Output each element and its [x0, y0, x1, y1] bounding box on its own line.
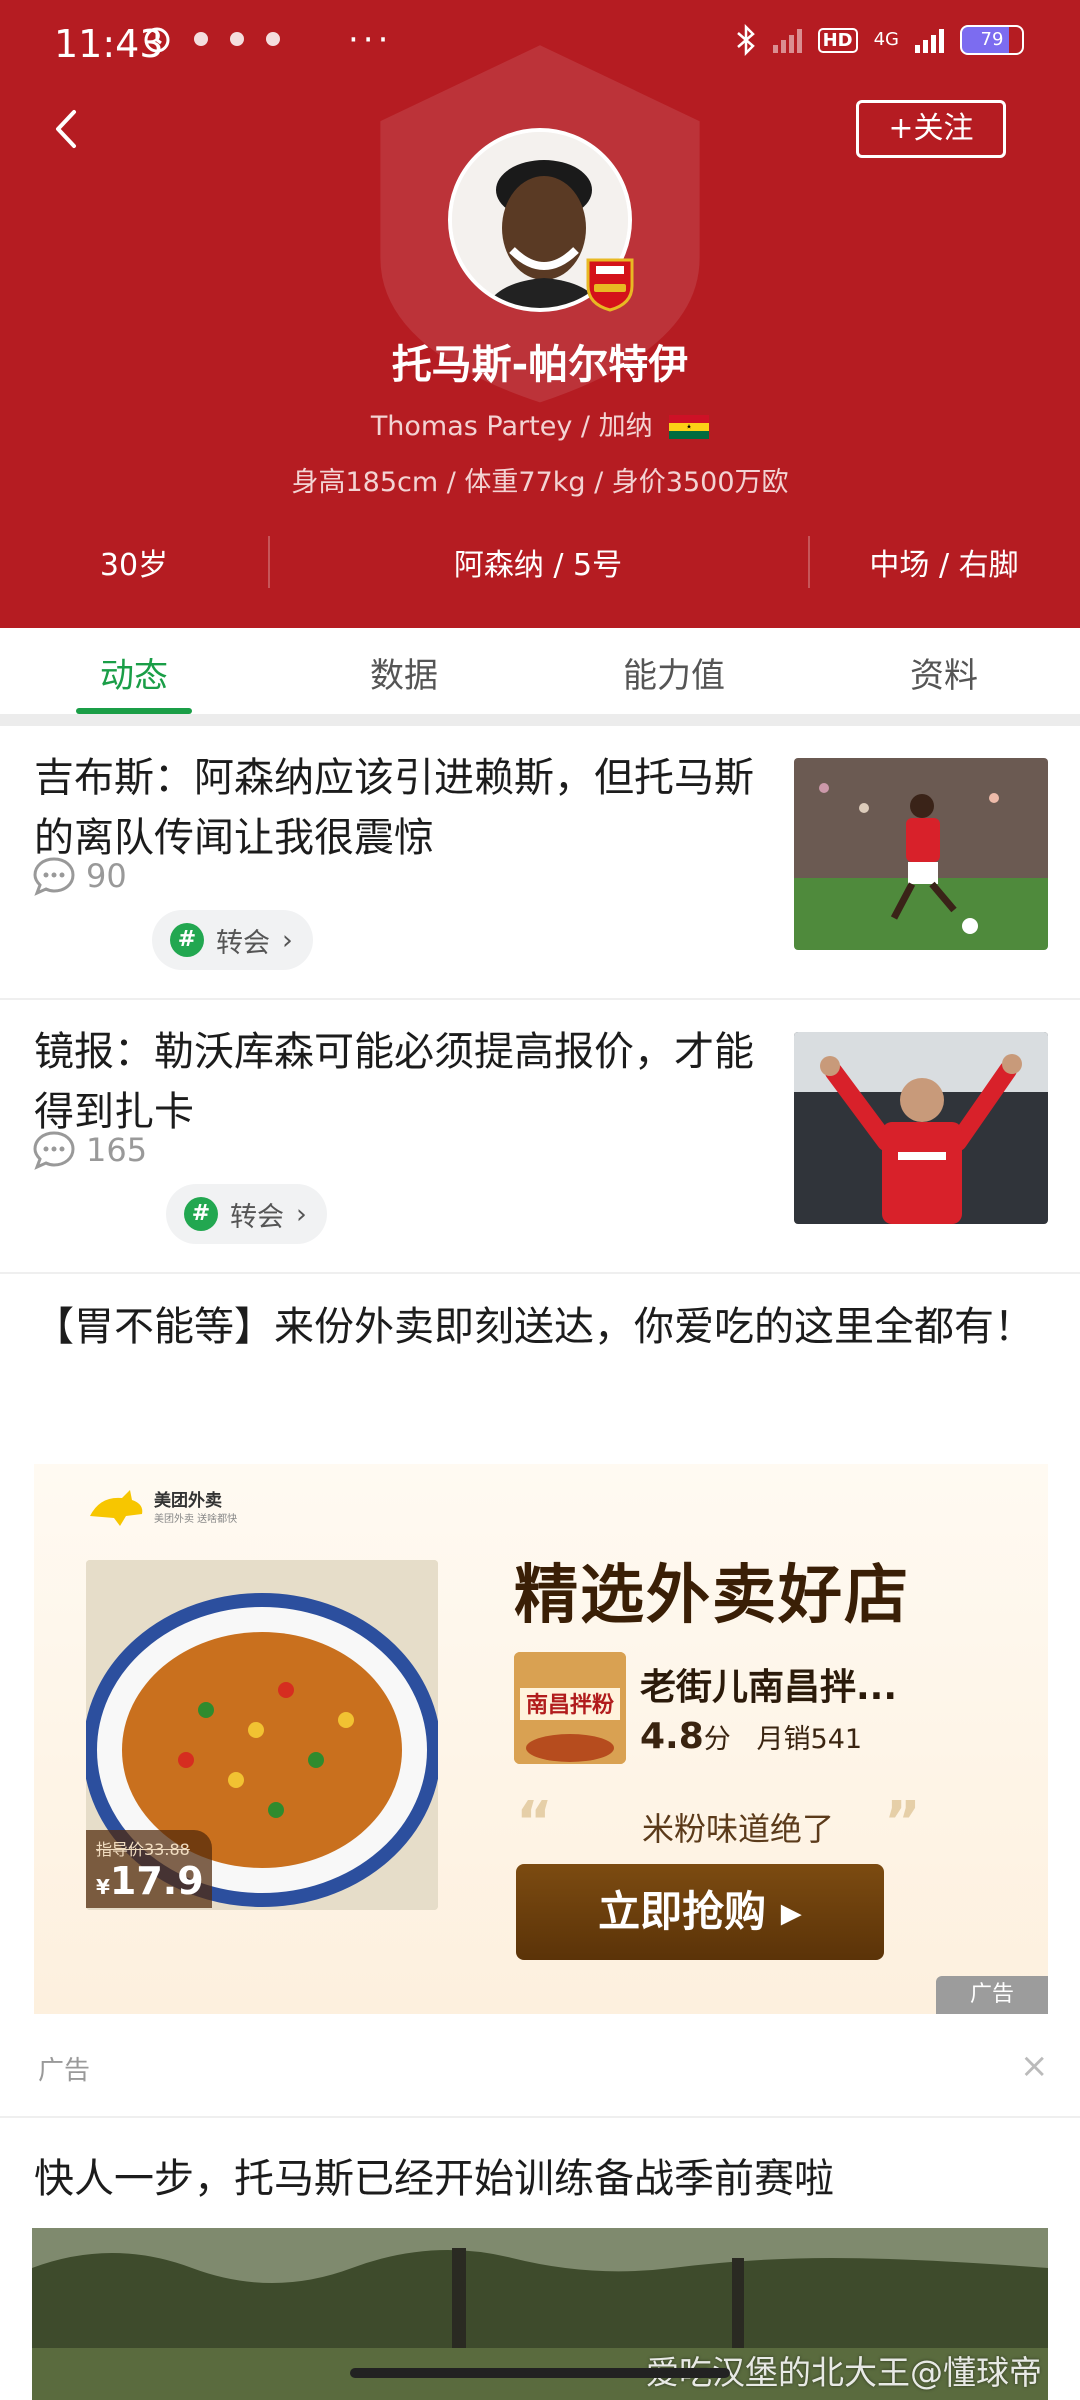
comment-count[interactable]: 165	[32, 1130, 147, 1170]
comment-icon	[33, 1131, 75, 1170]
more-notifications-icon: ···	[348, 20, 393, 60]
tab-separator	[0, 714, 1080, 726]
sale-price-value: 17.9	[109, 1859, 204, 1903]
tab-dynamics[interactable]: 动态	[34, 648, 234, 697]
shop-thumbnail-text: 南昌拌粉	[526, 1693, 614, 1718]
player-subtitle: Thomas Partey / 加纳	[0, 404, 1080, 443]
comment-count-value: 165	[86, 1131, 148, 1169]
hashtag-icon: #	[170, 923, 204, 957]
monthly-sales: 月销541	[756, 1724, 863, 1755]
currency-symbol: ¥	[96, 1875, 110, 1899]
back-arrow-icon[interactable]	[44, 104, 94, 154]
quote-close-icon: ”	[884, 1790, 921, 1855]
brand-name: 美团外卖	[154, 1490, 222, 1511]
news-title[interactable]: 快人一步，托马斯已经开始训练备战季前赛啦	[34, 2146, 834, 2204]
ad-title[interactable]: 【胃不能等】来份外卖即刻送达，你爱吃的这里全都有！	[34, 1294, 1054, 1360]
tab-bar: 动态 数据 能力值 资料	[0, 628, 1080, 714]
player-position-foot: 中场 / 右脚	[869, 548, 1019, 583]
divider	[0, 1272, 1080, 1274]
network-type: 4G	[873, 29, 899, 50]
wifi-signal-icon	[772, 27, 802, 53]
close-ad-icon[interactable]: ×	[1020, 2046, 1049, 2086]
news-title[interactable]: 吉布斯：阿森纳应该引进赖斯，但托马斯的离队传闻让我很震惊	[34, 748, 754, 868]
ad-headline: 精选外卖好店	[514, 1559, 910, 1633]
news-title[interactable]: 镜报：勒沃库森可能必须提高报价，才能得到扎卡	[34, 1022, 754, 1142]
ad-banner[interactable]: 美团外卖 美团外卖 送啥都快 指导价33.88 ¥17.9 精选外卖好店 南昌拌…	[34, 1464, 1048, 2014]
comment-count[interactable]: 90	[32, 856, 127, 896]
shop-meta: 4.8分 月销541	[640, 1716, 862, 1757]
notification-icons	[142, 24, 280, 54]
cell-signal-icon	[915, 27, 944, 53]
tab-stats[interactable]: 数据	[304, 648, 504, 697]
topic-tag[interactable]: # 转会 ›	[166, 1184, 327, 1244]
shop-thumbnail: 南昌拌粉	[514, 1652, 626, 1764]
meituan-logo: 美团外卖 美团外卖 送啥都快	[86, 1486, 237, 1530]
app-notification-icon	[266, 32, 280, 46]
price-tag: 指导价33.88 ¥17.9	[86, 1830, 212, 1908]
news-item[interactable]: 吉布斯：阿森纳应该引进赖斯，但托马斯的离队传闻让我很震惊 90 # 转会 ›	[0, 726, 1080, 998]
player-name: 托马斯-帕尔特伊	[391, 342, 689, 388]
chevron-right-icon: ›	[282, 924, 293, 956]
ad-mark: 广告	[936, 1976, 1048, 2014]
brand-tagline: 美团外卖 送啥都快	[154, 1513, 238, 1525]
ad-label: 广告	[38, 2056, 91, 2086]
topic-tag-label: 转会	[230, 1201, 284, 1233]
original-price: 指导价33.88	[96, 1840, 190, 1859]
rating-unit: 分	[703, 1724, 731, 1755]
news-thumbnail[interactable]	[794, 758, 1048, 950]
status-bar: 11:43 ··· HD 4G 79	[0, 0, 1080, 90]
bluetooth-icon	[736, 24, 755, 56]
player-bio: 身高185cm / 体重77kg / 身价3500万欧	[291, 467, 789, 498]
topic-tag-label: 转会	[216, 927, 270, 959]
english-name-nationality: Thomas Partey / 加纳	[370, 411, 653, 442]
alarm-icon	[144, 27, 170, 53]
tab-ability[interactable]: 能力值	[574, 648, 774, 697]
kangaroo-logo-icon	[90, 1490, 143, 1526]
tab-profile[interactable]: 资料	[844, 648, 1044, 697]
comment-icon	[33, 857, 75, 896]
comment-count-value: 90	[86, 857, 127, 895]
sale-price: ¥17.9	[96, 1859, 204, 1908]
arsenal-badge-icon	[586, 258, 634, 312]
player-club-number[interactable]: 阿森纳 / 5号	[268, 540, 808, 584]
player-header: 11:43 ··· HD 4G 79 +关注 托马斯-帕尔特伊 Thomas P…	[0, 0, 1080, 628]
ad-slogan: 米粉味道绝了	[641, 1810, 834, 1848]
hd-icon: HD	[817, 27, 858, 53]
follow-button[interactable]: +关注	[856, 100, 1006, 158]
player-info-row: 30岁 阿森纳 / 5号 中场 / 右脚	[0, 532, 1080, 592]
shop-rating: 4.8	[640, 1716, 704, 1757]
shop-name: 老街儿南昌拌...	[640, 1667, 898, 1708]
divider	[0, 2116, 1080, 2118]
battery-icon: 79	[960, 25, 1024, 55]
app-notification-icon	[230, 32, 244, 46]
quote-open-icon: “	[516, 1790, 553, 1855]
news-thumbnail[interactable]	[794, 1032, 1048, 1224]
news-item[interactable]: 镜报：勒沃库森可能必须提高报价，才能得到扎卡 165 # 转会 ›	[0, 1000, 1080, 1272]
play-triangle-icon: ▸	[780, 1887, 802, 1936]
player-age: 30岁	[99, 548, 169, 583]
hashtag-icon: #	[184, 1197, 218, 1231]
topic-tag[interactable]: # 转会 ›	[152, 910, 313, 970]
chevron-right-icon: ›	[296, 1198, 307, 1230]
home-indicator[interactable]	[350, 2368, 730, 2378]
buy-now-button[interactable]: 立即抢购 ▸	[516, 1864, 884, 1960]
app-notification-icon	[194, 32, 208, 46]
status-right: HD 4G 79	[735, 24, 1024, 56]
ghana-flag-icon	[669, 415, 710, 439]
buy-now-label: 立即抢购	[598, 1887, 767, 1936]
